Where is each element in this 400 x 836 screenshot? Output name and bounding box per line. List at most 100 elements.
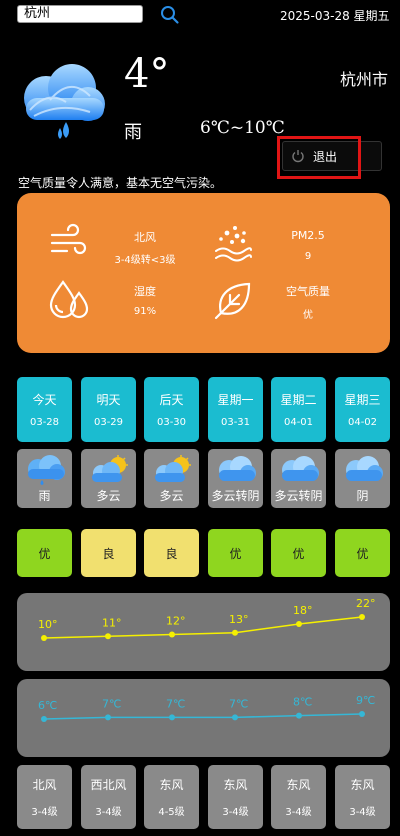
data-point bbox=[169, 714, 175, 721]
data-label: 22° bbox=[356, 597, 376, 610]
search-icon bbox=[161, 6, 179, 24]
wind-direction: 东风 bbox=[286, 778, 311, 792]
data-label: 12° bbox=[166, 615, 186, 628]
humidity-label: 湿度 bbox=[134, 285, 156, 298]
series-line bbox=[43, 616, 363, 639]
aqi-badge: 良 bbox=[81, 529, 136, 577]
day-name: 今天 bbox=[32, 393, 57, 407]
air-quality-value: 优 bbox=[303, 310, 313, 321]
humidity-value: 91% bbox=[133, 306, 157, 317]
weather-card: 多云 bbox=[144, 449, 199, 508]
wind-label: 北风 bbox=[134, 231, 156, 244]
current-temperature: 4° bbox=[124, 51, 170, 97]
weather-label: 雨 bbox=[38, 489, 51, 503]
wind-level: 3-4级 bbox=[285, 807, 312, 818]
data-point bbox=[41, 716, 47, 722]
weather-label: 多云转阴 bbox=[274, 489, 323, 503]
data-point bbox=[41, 635, 47, 641]
search-button[interactable] bbox=[156, 1, 184, 29]
pm25-value: 9 bbox=[304, 251, 312, 262]
day-card[interactable]: 星期三 04-02 bbox=[335, 377, 390, 442]
data-label: 7℃ bbox=[166, 697, 185, 710]
data-label: 8℃ bbox=[293, 696, 312, 709]
day-card[interactable]: 今天 03-28 bbox=[17, 377, 72, 442]
day-date: 03-30 bbox=[156, 417, 187, 428]
day-date: 03-29 bbox=[93, 417, 124, 428]
logout-label: 退出 bbox=[313, 149, 338, 164]
air-quality-label: 空气质量 bbox=[286, 285, 330, 298]
aqi-badge: 优 bbox=[335, 529, 390, 577]
weather-label: 阴 bbox=[356, 489, 369, 503]
series-line bbox=[43, 713, 363, 720]
data-point bbox=[105, 633, 111, 640]
day-card[interactable]: 明天 03-29 bbox=[81, 377, 136, 442]
day-date: 03-31 bbox=[220, 417, 251, 428]
search-input[interactable]: 杭州 bbox=[17, 5, 143, 23]
day-date: 03-28 bbox=[29, 417, 60, 428]
data-label: 6℃ bbox=[38, 699, 57, 712]
aqi-badge: 优 bbox=[271, 529, 326, 577]
day-card[interactable]: 星期一 03-31 bbox=[208, 377, 263, 442]
wind-direction: 东风 bbox=[350, 778, 375, 792]
data-label: 13° bbox=[229, 613, 249, 626]
data-point bbox=[296, 621, 302, 627]
weather-card: 多云转阴 bbox=[208, 449, 263, 508]
data-point bbox=[296, 712, 302, 719]
weather-card: 多云 bbox=[81, 449, 136, 508]
wind-direction: 北风 bbox=[32, 778, 57, 792]
day-name: 星期一 bbox=[217, 393, 254, 407]
date-display: 2025-03-28 星期五 bbox=[280, 9, 390, 23]
low-temperature-chart: 6℃ 7℃ 7℃ 7℃ 8℃ 9℃ bbox=[17, 679, 390, 757]
high-temp-line-chart: 10° 11° 12° 13° 18° 22° bbox=[38, 597, 376, 641]
pm25-label: PM2.5 bbox=[291, 229, 325, 242]
wind-level: 4-5级 bbox=[158, 807, 185, 818]
wind-card: 东风 3-4级 bbox=[271, 765, 326, 829]
cloud-icon bbox=[281, 456, 319, 481]
data-label: 11° bbox=[102, 616, 122, 629]
humidity-icon bbox=[49, 280, 89, 319]
weather-label: 多云转阴 bbox=[211, 489, 260, 503]
wind-card: 西北风 3-4级 bbox=[81, 765, 136, 829]
data-point bbox=[169, 631, 175, 638]
leaf-icon bbox=[214, 282, 251, 320]
data-point bbox=[359, 711, 365, 717]
data-point bbox=[232, 629, 238, 636]
day-name: 明天 bbox=[96, 393, 121, 407]
city-name: 杭州市 bbox=[340, 70, 389, 89]
aqi-badge: 优 bbox=[208, 529, 263, 577]
data-point bbox=[105, 714, 111, 721]
wind-card: 东风 3-4级 bbox=[335, 765, 390, 829]
day-name: 后天 bbox=[159, 393, 184, 407]
wind-level: 3-4级 bbox=[349, 807, 376, 818]
weather-label: 多云 bbox=[159, 489, 184, 503]
aqi-badge: 良 bbox=[144, 529, 199, 577]
wind-level: 3-4级 bbox=[31, 807, 58, 818]
partly-cloudy-icon bbox=[91, 455, 128, 482]
data-label: 18° bbox=[293, 604, 313, 617]
data-point bbox=[232, 714, 238, 721]
logout-button[interactable]: 退出 bbox=[282, 141, 382, 171]
wind-level: 3-4级 bbox=[95, 807, 122, 818]
weather-card: 雨 bbox=[17, 449, 72, 508]
wind-direction: 东风 bbox=[223, 778, 248, 792]
air-quality-message: 空气质量令人满意，基本无空气污染。 bbox=[18, 176, 223, 190]
wind-direction: 东风 bbox=[159, 778, 184, 792]
low-temp-line-chart: 6℃ 7℃ 7℃ 7℃ 8℃ 9℃ bbox=[38, 694, 375, 722]
cloud-icon bbox=[345, 456, 383, 481]
day-name: 星期二 bbox=[280, 393, 317, 407]
day-date: 04-02 bbox=[347, 417, 378, 428]
high-temperature-chart: 10° 11° 12° 13° 18° 22° bbox=[17, 593, 390, 671]
rain-cloud-icon bbox=[27, 455, 65, 485]
data-point bbox=[359, 614, 365, 620]
wind-icon bbox=[50, 223, 87, 255]
wind-card: 北风 3-4级 bbox=[17, 765, 72, 829]
wind-direction: 西北风 bbox=[90, 778, 127, 792]
rain-cloud-icon bbox=[24, 64, 105, 139]
day-card[interactable]: 星期二 04-01 bbox=[271, 377, 326, 442]
day-name: 星期三 bbox=[344, 393, 381, 407]
weather-card: 阴 bbox=[335, 449, 390, 508]
weather-label: 多云 bbox=[96, 489, 121, 503]
pm25-icon bbox=[215, 226, 252, 262]
data-label: 7℃ bbox=[102, 697, 121, 710]
day-card[interactable]: 后天 03-30 bbox=[144, 377, 199, 442]
